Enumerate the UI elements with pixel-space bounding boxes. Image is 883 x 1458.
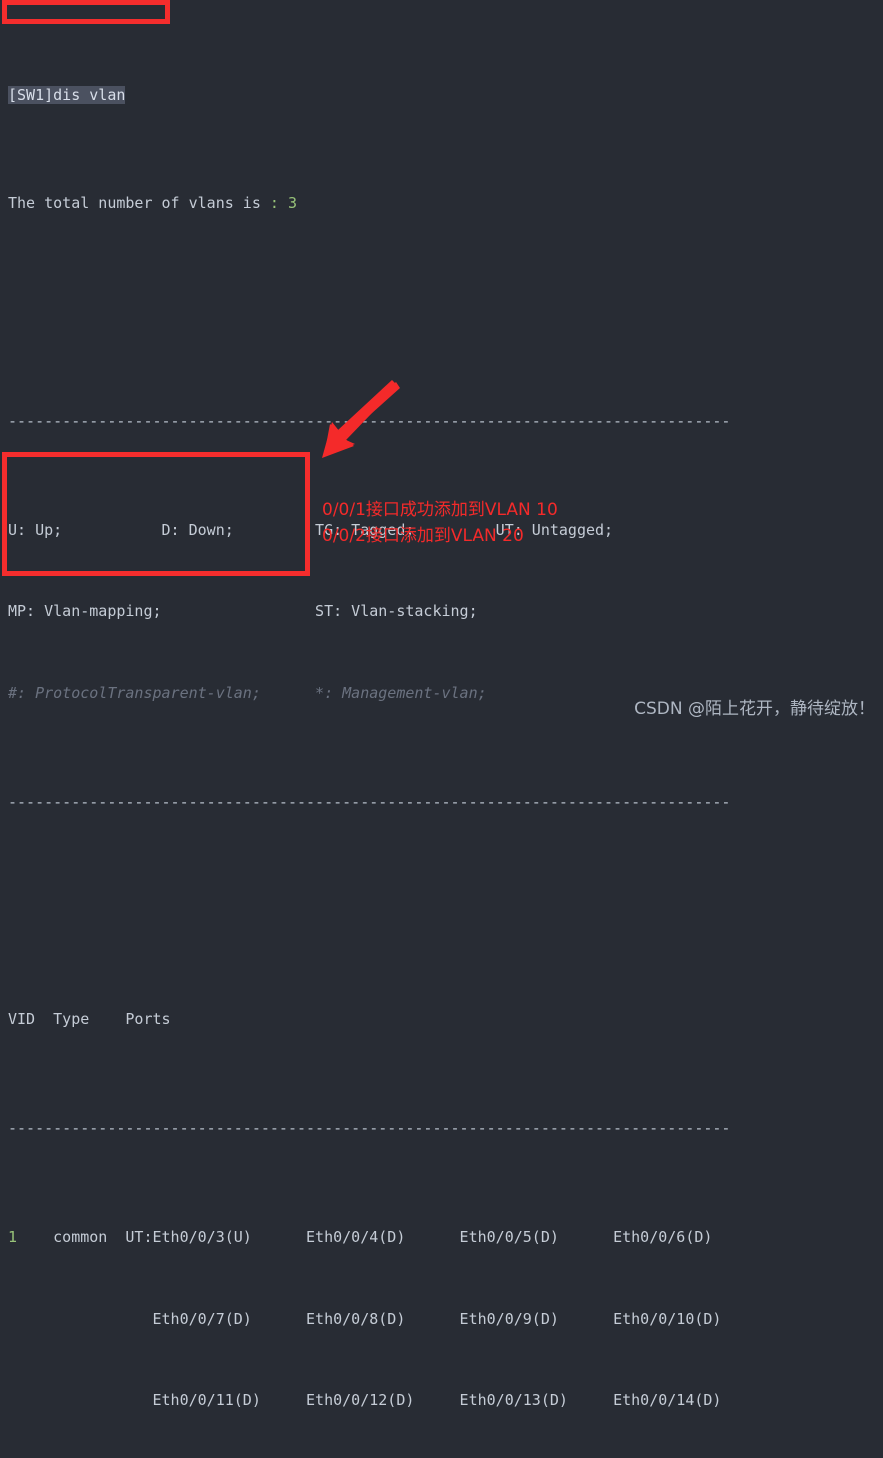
vlan-1-ports-line: Eth0/0/11(D) Eth0/0/12(D) Eth0/0/13(D) E… <box>0 1387 883 1414</box>
vlan-1-ports-line: Eth0/0/7(D) Eth0/0/8(D) Eth0/0/9(D) Eth0… <box>0 1306 883 1333</box>
legend-line-1: U: Up; D: Down; TG: Tagged; UT: Untagged… <box>8 520 614 539</box>
command-text[interactable]: [SW1]dis vlan <box>8 85 126 104</box>
vlan-1-type: common <box>53 1227 108 1246</box>
vlan-1-ports-row-0: UT:Eth0/0/3(U) Eth0/0/4(D) Eth0/0/5(D) E… <box>125 1227 713 1246</box>
separator-1: ----------------------------------------… <box>8 412 731 430</box>
total-vlans-colon: : <box>269 194 279 213</box>
terminal-output: [SW1]dis vlan The total number of vlans … <box>0 0 883 1409</box>
vlan-row-1: 1 common UT:Eth0/0/3(U) Eth0/0/4(D) Eth0… <box>0 1224 883 1251</box>
legend-line-2: MP: Vlan-mapping; ST: Vlan-stacking; <box>8 602 478 621</box>
command-line: [SW1]dis vlan <box>0 82 883 109</box>
total-vlans-label: The total number of vlans is <box>8 194 270 213</box>
total-vlans-line: The total number of vlans is : 3 <box>0 190 883 217</box>
watermark-text: CSDN @陌上花开，静待绽放！ <box>634 699 875 719</box>
vlan-1-vid: 1 <box>8 1227 18 1246</box>
total-vlans-count: 3 <box>287 194 297 213</box>
ports-table-header: VID Type Ports <box>8 1010 171 1029</box>
separator-2: ----------------------------------------… <box>8 792 731 811</box>
vlan-1-ports-row-1: Eth0/0/7(D) Eth0/0/8(D) Eth0/0/9(D) Eth0… <box>125 1309 722 1328</box>
separator-3: ----------------------------------------… <box>8 1119 731 1138</box>
vlan-1-ports-row-2: Eth0/0/11(D) Eth0/0/12(D) Eth0/0/13(D) E… <box>125 1391 722 1410</box>
